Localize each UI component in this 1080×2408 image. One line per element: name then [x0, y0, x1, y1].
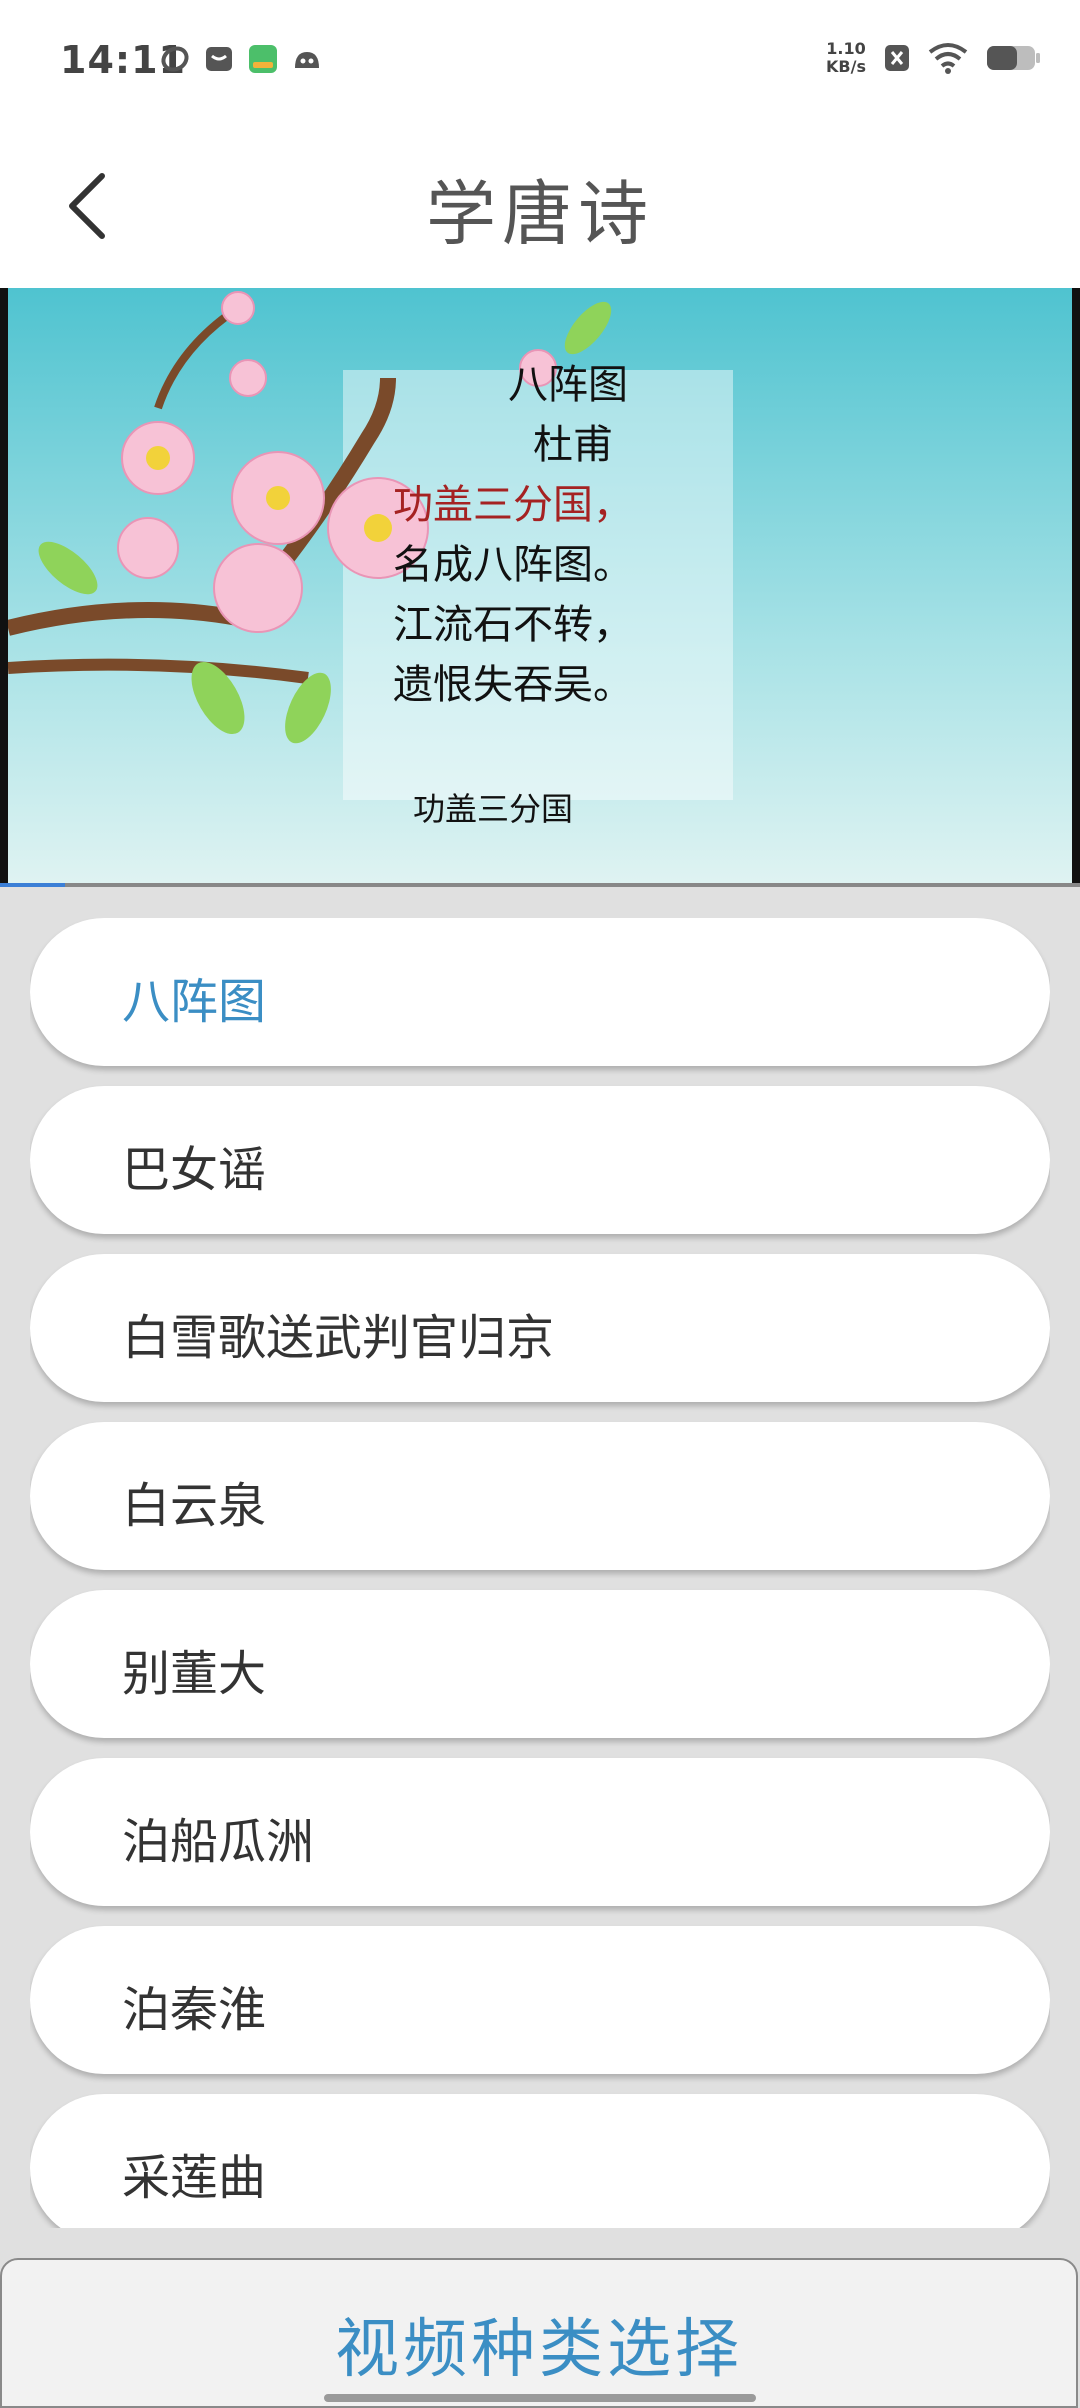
list-item[interactable]: 泊船瓜洲 [30, 1758, 1050, 1906]
net-speed-unit: KB/s [826, 57, 866, 76]
list-item-label: 别董大 [122, 1646, 267, 1702]
status-notification-icons [160, 44, 322, 74]
list-item-label: 泊船瓜洲 [122, 1814, 315, 1870]
video-category-button-label: 视频种类选择 [335, 2313, 743, 2387]
net-speed-value: 1.10 [826, 39, 866, 58]
app-icon-2 [206, 47, 232, 71]
list-item-label: 白雪歌送武判官归京 [122, 1310, 555, 1366]
list-item[interactable]: 白云泉 [30, 1422, 1050, 1570]
app-header: 学唐诗 [0, 126, 1080, 288]
video-poem-line-3: 江流石不转， [393, 602, 633, 648]
list-item[interactable]: 采莲曲 [30, 2094, 1050, 2228]
video-player[interactable]: 八阵图 杜甫 功盖三分国， 名成八阵图。 江流石不转， 遗恨失吞吴。 功盖三分国 [0, 288, 1080, 886]
list-item[interactable]: 八阵图 [30, 918, 1050, 1066]
list-item-label: 采莲曲 [122, 2150, 267, 2206]
wifi-icon [928, 43, 968, 74]
list-item[interactable]: 泊秦淮 [30, 1926, 1050, 2074]
video-progress-bar[interactable] [0, 883, 1080, 887]
list-item-label: 白云泉 [122, 1478, 267, 1534]
close-notification-icon [885, 45, 909, 71]
list-item[interactable]: 别董大 [30, 1590, 1050, 1738]
poem-list: 八阵图 巴女谣 白雪歌送武判官归京 白云泉 别董大 泊船瓜洲 泊秦淮 采莲曲 [30, 918, 1050, 2228]
list-item[interactable]: 巴女谣 [30, 1086, 1050, 1234]
video-poem-line-1: 功盖三分国， [393, 482, 633, 528]
video-poem-line-4: 遗恨失吞吴。 [393, 662, 633, 708]
list-item[interactable]: 白雪歌送武判官归京 [30, 1254, 1050, 1402]
status-system-icons: 1.10 KB/s [826, 40, 1040, 76]
status-bar: 14:11 1.10 KB/s [0, 0, 1080, 126]
app-icon-1 [161, 46, 189, 72]
video-poem-line-2: 名成八阵图。 [393, 542, 633, 588]
app-icon-3 [249, 45, 277, 73]
home-indicator[interactable] [324, 2394, 756, 2402]
list-item-label: 泊秦淮 [122, 1982, 267, 2038]
list-item-label: 八阵图 [122, 974, 267, 1030]
video-frame: 八阵图 杜甫 功盖三分国， 名成八阵图。 江流石不转， 遗恨失吞吴。 功盖三分国 [8, 288, 1072, 884]
video-subtitle: 功盖三分国 [413, 790, 573, 828]
video-poem-title: 八阵图 [508, 362, 628, 408]
list-item-label: 巴女谣 [122, 1142, 267, 1198]
net-speed: 1.10 KB/s [826, 40, 866, 76]
video-progress-fill [0, 883, 65, 887]
page-title: 学唐诗 [426, 173, 654, 255]
battery-icon [987, 46, 1040, 70]
video-poem-author: 杜甫 [533, 422, 613, 468]
video-category-button[interactable]: 视频种类选择 [0, 2258, 1078, 2408]
app-icon-4 [295, 52, 319, 68]
